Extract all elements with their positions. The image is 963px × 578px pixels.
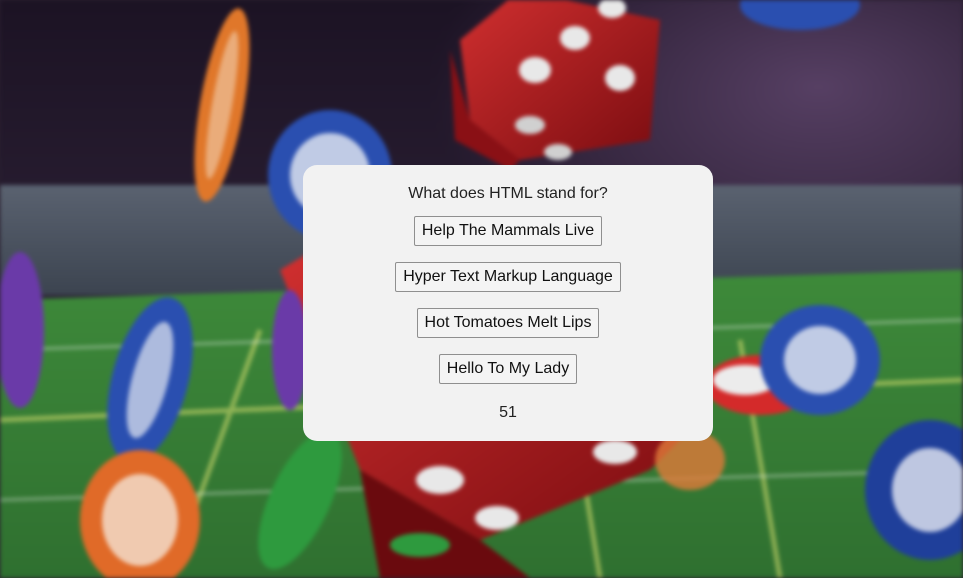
answer-button-1[interactable]: Help The Mammals Live bbox=[413, 216, 603, 246]
question-text: What does HTML stand for? bbox=[408, 185, 608, 202]
answer-list: Help The Mammals Live Hyper Text Markup … bbox=[395, 216, 621, 400]
score-counter: 51 bbox=[499, 404, 517, 421]
answer-button-3[interactable]: Hot Tomatoes Melt Lips bbox=[416, 308, 600, 338]
answer-button-2[interactable]: Hyper Text Markup Language bbox=[395, 262, 621, 292]
quiz-card: What does HTML stand for? Help The Mamma… bbox=[303, 165, 713, 441]
answer-button-4[interactable]: Hello To My Lady bbox=[438, 354, 578, 384]
quiz-page: What does HTML stand for? Help The Mamma… bbox=[0, 0, 963, 578]
